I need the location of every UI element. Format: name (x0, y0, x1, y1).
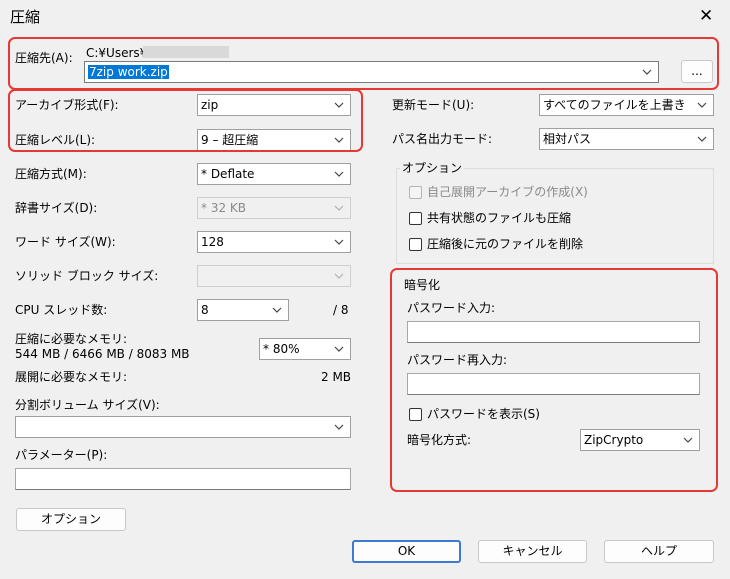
solid-select (197, 265, 351, 287)
chevron-down-icon (683, 437, 693, 443)
encryption-title: 暗号化 (404, 278, 441, 292)
path-mode-select[interactable]: 相対パス (539, 128, 714, 150)
update-mode-label: 更新モード(U): (392, 98, 475, 112)
cancel-button[interactable]: キャンセル (478, 540, 587, 563)
browse-button[interactable]: ... (681, 60, 713, 83)
level-value: 9 – 超圧縮 (201, 133, 259, 147)
close-icon[interactable]: ✕ (699, 6, 713, 26)
split-label: 分割ボリューム サイズ(V): (15, 398, 160, 412)
archive-format-label: アーカイブ形式(F): (15, 98, 119, 112)
window-title: 圧縮 (10, 8, 41, 26)
delete-label[interactable]: 圧縮後に元のファイルを削除 (427, 236, 583, 252)
show-password-checkbox[interactable] (409, 408, 422, 421)
method-label: 圧縮方式(M): (15, 167, 87, 181)
archive-format-select[interactable]: zip (197, 94, 351, 116)
cpu-label: CPU スレッド数: (15, 303, 108, 317)
chevron-down-icon (334, 424, 344, 430)
options-button[interactable]: オプション (16, 508, 126, 531)
shared-checkbox[interactable] (409, 212, 422, 225)
password-input[interactable] (407, 321, 700, 343)
chevron-down-icon (334, 346, 344, 352)
chevron-down-icon[interactable] (642, 68, 652, 76)
cpu-max: / 8 (333, 303, 349, 317)
redacted-path: █ (143, 46, 229, 58)
sfx-checkbox (409, 186, 422, 199)
options-group-title: オプション (400, 160, 465, 176)
path-mode-label: パス名出力モード: (392, 132, 493, 146)
mem-usage-select[interactable]: * 80% (259, 338, 351, 360)
path-mode-value: 相対パス (543, 132, 592, 146)
chevron-down-icon (334, 273, 344, 279)
password-label: パスワード入力: (407, 301, 496, 315)
dict-value: * 32 KB (201, 201, 246, 215)
archive-format-value: zip (201, 98, 219, 112)
word-label: ワード サイズ(W): (15, 235, 116, 249)
sfx-label: 自己展開アーカイブの作成(X) (427, 185, 588, 199)
dest-combobox[interactable]: 7zip work.zip (84, 61, 659, 83)
dest-value[interactable]: 7zip work.zip (88, 65, 169, 79)
chevron-down-icon (334, 171, 344, 177)
params-label: パラメーター(P): (15, 448, 108, 462)
method-select[interactable]: * Deflate (197, 163, 351, 185)
mem-compress-detail: 544 MB / 6466 MB / 8083 MB (15, 347, 190, 361)
update-mode-select[interactable]: すべてのファイルを上書き (539, 94, 714, 116)
chevron-down-icon (334, 239, 344, 245)
password-confirm-label: パスワード再入力: (407, 353, 508, 367)
chevron-down-icon (697, 136, 707, 142)
update-mode-value: すべてのファイルを上書き (543, 98, 686, 112)
params-input[interactable] (15, 468, 351, 490)
encryption-method-select[interactable]: ZipCrypto (580, 429, 700, 451)
level-select[interactable]: 9 – 超圧縮 (197, 129, 351, 151)
level-label: 圧縮レベル(L): (15, 133, 96, 147)
dest-label: 圧縮先(A): (15, 51, 73, 65)
split-select[interactable] (15, 416, 351, 438)
mem-decompress-value: 2 MB (321, 370, 352, 384)
chevron-down-icon (334, 205, 344, 211)
word-value: 128 (201, 235, 224, 249)
delete-checkbox[interactable] (409, 238, 422, 251)
solid-label: ソリッド ブロック サイズ: (15, 269, 159, 283)
ok-button[interactable]: OK (352, 540, 461, 563)
cpu-value: 8 (201, 303, 209, 317)
chevron-down-icon (697, 102, 707, 108)
dest-path: C:¥Users¥ (86, 46, 148, 60)
mem-compress-label: 圧縮に必要なメモリ: (15, 332, 128, 346)
word-select[interactable]: 128 (197, 231, 351, 253)
encryption-method-value: ZipCrypto (584, 433, 644, 447)
show-password-label[interactable]: パスワードを表示(S) (427, 406, 540, 422)
cpu-select[interactable]: 8 (197, 299, 289, 321)
help-button[interactable]: ヘルプ (604, 540, 714, 563)
password-confirm-input[interactable] (407, 373, 700, 395)
dict-select: * 32 KB (197, 197, 351, 219)
dict-label: 辞書サイズ(D): (15, 201, 98, 215)
encryption-method-label: 暗号化方式: (407, 433, 472, 447)
chevron-down-icon (334, 137, 344, 143)
mem-usage-value: * 80% (263, 342, 300, 356)
chevron-down-icon (334, 102, 344, 108)
chevron-down-icon (272, 307, 282, 313)
shared-label[interactable]: 共有状態のファイルも圧縮 (427, 210, 571, 226)
method-value: * Deflate (201, 167, 255, 181)
mem-decompress-label: 展開に必要なメモリ: (15, 370, 128, 384)
